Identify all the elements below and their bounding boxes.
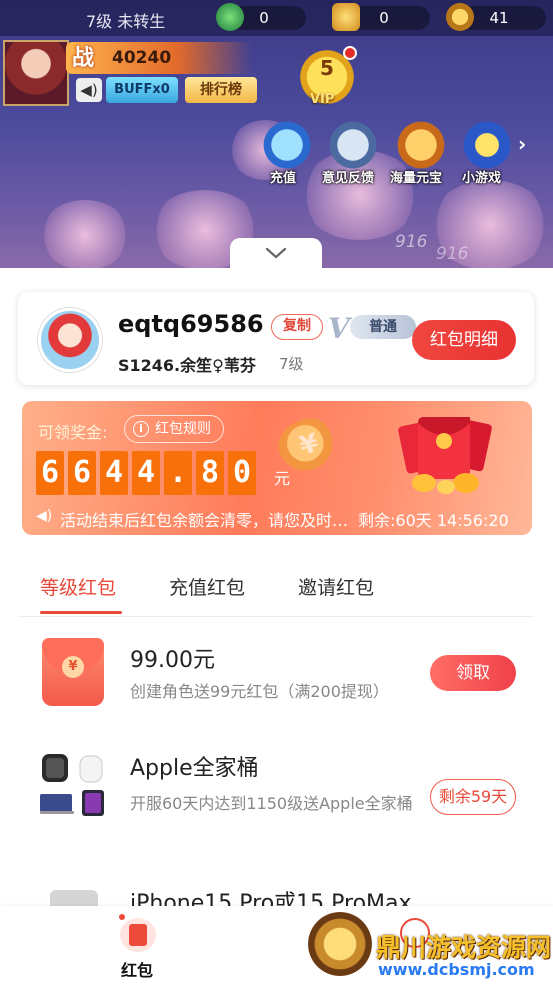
feedback-icon[interactable] — [324, 120, 382, 170]
recharge-icon[interactable] — [258, 120, 316, 170]
rules-button[interactable]: i 红包规则 — [124, 415, 224, 443]
watermark-text: 鼎川游戏资源网 — [376, 933, 552, 962]
info-icon: i — [133, 421, 149, 437]
damage-number: 916 — [436, 244, 469, 264]
chevron-down-icon — [265, 247, 287, 259]
tab-level-redpack[interactable]: 等级红包 — [40, 573, 116, 600]
amount-digit: 0 — [228, 451, 256, 495]
player-level-text: 7级 未转生 — [86, 12, 166, 31]
vip-level: 5 — [320, 56, 334, 80]
amount-digit: 4 — [100, 451, 128, 495]
amount-digit: 6 — [68, 451, 96, 495]
ingot-count: 0 — [379, 9, 389, 27]
v-badge-icon: V — [328, 312, 350, 345]
countdown-timer: 剩余:60天 14:56:20 — [358, 511, 509, 530]
bonus-label: 可领奖金: — [38, 423, 108, 442]
speaker-icon[interactable]: ◀) — [76, 78, 102, 102]
tab-recharge-redpack[interactable]: 充值红包 — [169, 573, 245, 600]
chevron-right-icon[interactable]: › — [518, 132, 526, 156]
collapse-panel-button[interactable] — [230, 238, 322, 272]
notice-marquee: 活动结束后红包余额会清零，请您及时提现 — [60, 511, 354, 530]
amount-digit: 6 — [36, 451, 64, 495]
ranking-button[interactable]: 排行榜 — [185, 77, 257, 103]
reward-description: 创建角色送99元红包（满200提现） — [130, 682, 389, 701]
bonus-amount: 6644.80 — [36, 451, 256, 495]
resource-coin[interactable]: 41 — [446, 3, 546, 31]
coin-count: 41 — [489, 9, 509, 27]
red-envelope-icon: ¥ — [42, 638, 104, 706]
minigame-icon[interactable] — [458, 120, 516, 170]
red-envelope-icon[interactable] — [120, 918, 156, 952]
bonus-card: 可领奖金: i 红包规则 6644.80 元 ¥ ◀) 活动结束后红包余额会清零… — [22, 401, 532, 535]
amount-unit: 元 — [274, 469, 291, 488]
battle-icon: 战 — [72, 45, 95, 71]
member-tier-label: 普通 — [350, 315, 416, 339]
jade-icon — [216, 3, 244, 31]
rules-label: 红包规则 — [155, 421, 211, 437]
feedback-label: 意见反馈 — [322, 171, 375, 186]
ingot-label: 海量元宝 — [390, 171, 443, 186]
power-value: 40240 — [112, 48, 172, 68]
resource-ingot[interactable]: 0 — [332, 3, 430, 31]
minigame-label: 小游戏 — [462, 171, 502, 186]
coin-icon — [446, 3, 474, 31]
ingot-icon[interactable] — [392, 120, 450, 170]
amount-digit: 8 — [196, 451, 224, 495]
redpack-detail-button[interactable]: 红包明细 — [412, 320, 516, 360]
remaining-days-badge: 剩余59天 — [430, 779, 516, 815]
avatar — [38, 308, 102, 372]
damage-number: 916 — [395, 232, 428, 252]
player-avatar[interactable] — [3, 40, 69, 106]
recharge-label: 充值 — [270, 171, 297, 186]
tab-invite-redpack[interactable]: 邀请红包 — [298, 573, 374, 600]
speaker-icon: ◀) — [36, 508, 53, 524]
watermark-url: www.dcbsmj.com — [378, 960, 535, 979]
member-tier-badge: V 普通 — [328, 312, 418, 345]
amount-digit: . — [164, 451, 192, 495]
user-level: 7级 — [279, 355, 304, 373]
claim-button[interactable]: 领取 — [430, 655, 516, 691]
amount-digit: 4 — [132, 451, 160, 495]
copy-button[interactable]: 复制 — [271, 314, 323, 340]
username: eqtq69586 — [118, 310, 264, 338]
yuan-coin-icon: ¥ — [62, 656, 84, 678]
reward-title: Apple全家桶 — [130, 756, 259, 781]
buff-button[interactable]: BUFFx0 — [106, 77, 178, 103]
notification-dot — [119, 914, 125, 920]
server-role-name: S1246.余笙♀苇芬 — [118, 356, 256, 375]
jade-count: 0 — [259, 9, 269, 27]
blossom-decoration — [40, 200, 130, 270]
redpack-tabs: 等级红包 充值红包 邀请红包 — [18, 563, 534, 617]
watermark-logo — [308, 912, 372, 976]
nav-item-redpack[interactable]: 红包 — [121, 957, 153, 981]
vip-label: VIP — [310, 92, 335, 107]
reward-title: 99.00元 — [130, 648, 215, 673]
red-envelope-icon — [398, 417, 492, 494]
notification-dot — [343, 46, 357, 60]
active-tab-indicator — [40, 611, 122, 614]
reward-description: 开服60天内达到1150级送Apple全家桶 — [130, 794, 413, 813]
game-scene: 7级 未转生 0 0 41 战 40240 ◀) BUFFx0 排行榜 5 VI… — [0, 0, 553, 270]
user-info-card: eqtq69586 复制 V 普通 S1246.余笙♀苇芬 7级 红包明细 — [18, 292, 534, 385]
gold-ingot-icon — [332, 3, 360, 31]
resource-jade[interactable]: 0 — [216, 3, 306, 31]
apple-products-icon — [40, 754, 104, 816]
